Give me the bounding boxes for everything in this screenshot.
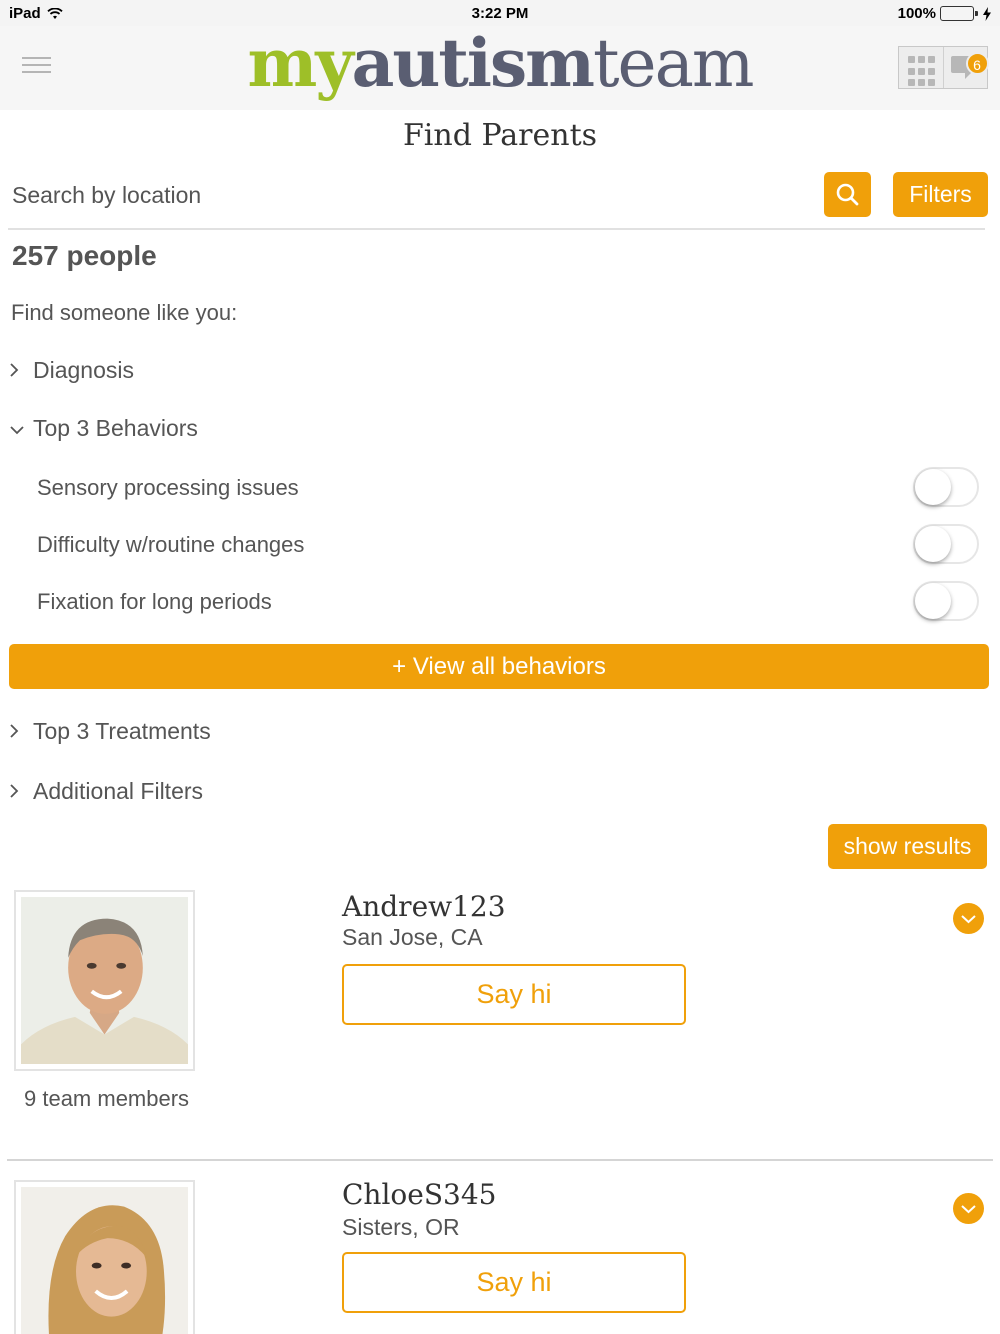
behavior-row: Difficulty w/routine changes [37,524,982,566]
avatar [21,1187,188,1334]
member-location: Sisters, OR [342,1214,460,1240]
behavior-toggle[interactable] [913,467,979,507]
member-photo-frame[interactable] [14,1180,195,1334]
behaviors-label: Top 3 Behaviors [33,415,198,441]
treatments-accordion[interactable]: Top 3 Treatments [9,718,211,745]
show-results-button[interactable]: show results [828,824,987,869]
behavior-label: Fixation for long periods [37,589,272,614]
chevron-right-icon [10,784,19,798]
behavior-row: Fixation for long periods [37,581,982,623]
chevron-down-icon [10,426,24,435]
behavior-label: Sensory processing issues [37,475,299,500]
member-photo-frame[interactable] [14,890,195,1071]
behavior-toggle[interactable] [913,581,979,621]
status-time: 3:22 PM [471,5,529,22]
search-underline [8,228,985,230]
avatar [21,897,188,1064]
chevron-right-icon [10,363,19,377]
search-button[interactable] [824,172,871,217]
battery-status: 100% [898,5,992,22]
logo-part-team: team [592,25,755,102]
expand-member-button[interactable] [953,903,984,934]
behavior-label: Difficulty w/routine changes [37,532,305,557]
additional-filters-label: Additional Filters [33,778,204,804]
member-name[interactable]: Andrew123 [342,890,506,923]
expand-member-button[interactable] [953,1193,984,1224]
people-count: 257 people [12,240,157,271]
battery-percent: 100% [897,5,936,22]
member-location: San Jose, CA [342,924,483,950]
say-hi-button[interactable]: Say hi [342,1252,686,1313]
team-members-count: 9 team members [24,1086,190,1111]
search-icon [836,183,859,206]
behavior-row: Sensory processing issues [37,467,982,509]
logo-part-autism: autism [351,24,595,102]
message-count-badge: 6 [965,52,989,75]
filters-button[interactable]: Filters [893,172,988,217]
member-divider [7,1159,993,1161]
status-bar: iPad 3:22 PM 100% [0,0,1000,26]
logo-part-my: my [247,24,353,102]
chevron-right-icon [10,724,19,738]
app-header: myautismteam 6 [0,26,1000,110]
additional-filters-accordion[interactable]: Additional Filters [9,778,203,805]
location-search-input[interactable] [12,182,802,209]
behaviors-accordion[interactable]: Top 3 Behaviors [9,415,198,442]
search-row: Filters [0,172,1000,232]
page-title: Find Parents [402,118,598,153]
battery-icon [940,6,978,21]
messages-icon[interactable]: 6 [944,47,989,88]
diagnosis-accordion[interactable]: Diagnosis [9,357,134,384]
say-hi-button[interactable]: Say hi [342,964,686,1025]
member-name[interactable]: ChloeS345 [342,1178,496,1211]
chevron-down-icon [961,1205,976,1214]
diagnosis-label: Diagnosis [33,357,134,383]
apps-grid-icon[interactable] [899,47,944,88]
behavior-toggle[interactable] [913,524,979,564]
charging-bolt-icon [983,6,991,21]
app-logo[interactable]: myautismteam [0,28,1000,99]
chevron-down-icon [961,915,976,924]
view-all-behaviors-button[interactable]: + View all behaviors [9,644,989,689]
find-someone-label: Find someone like you: [11,300,238,325]
treatments-label: Top 3 Treatments [33,718,211,744]
header-widget: 6 [898,46,989,89]
